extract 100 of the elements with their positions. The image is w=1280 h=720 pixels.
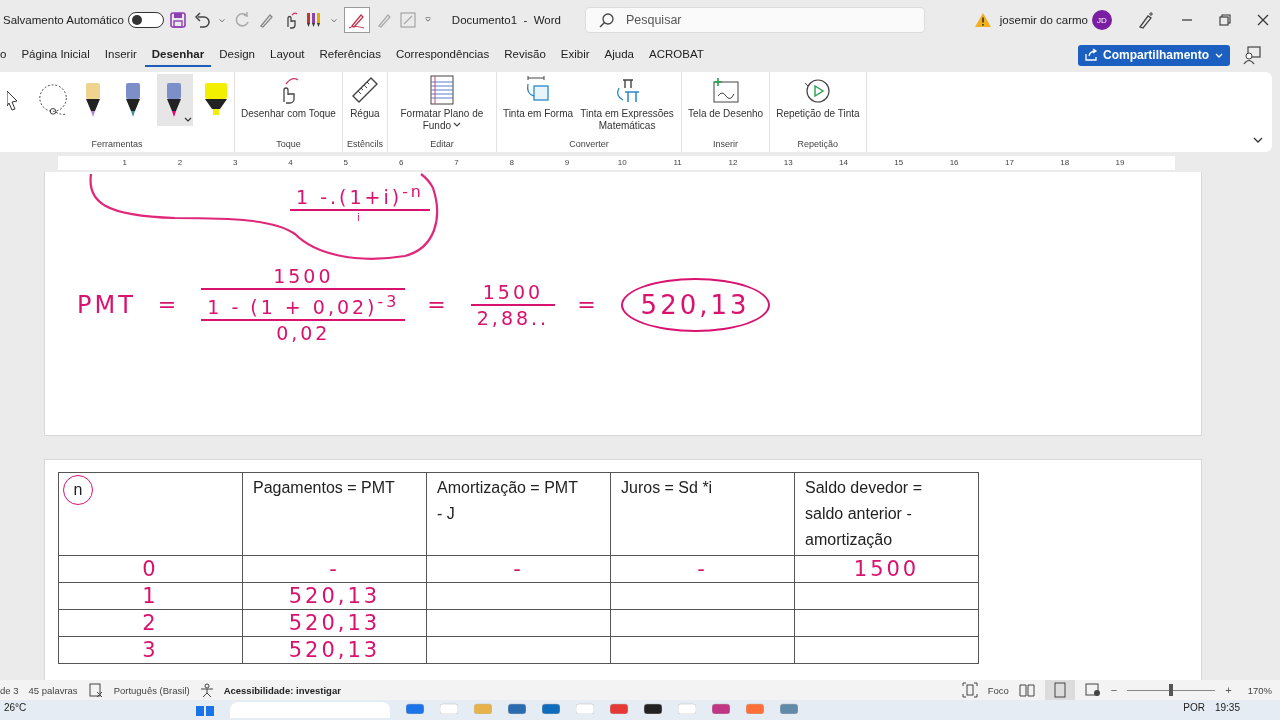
handwritten-text: 1500 bbox=[481, 279, 545, 304]
ribbon-tab[interactable]: Desenhar bbox=[144, 43, 212, 67]
handwritten-text: i bbox=[356, 211, 364, 226]
ribbon-tab[interactable]: Revisão bbox=[497, 43, 553, 67]
share-icon bbox=[1084, 48, 1098, 62]
ruler-number: 8 bbox=[508, 157, 515, 169]
handwritten-text: 2,88.. bbox=[475, 305, 551, 330]
ribbon-tab[interactable]: Referências bbox=[312, 43, 388, 67]
ribbon-tab[interactable]: Ajuda bbox=[597, 43, 641, 67]
handwritten-text: 1500 bbox=[853, 557, 920, 581]
weather-temperature[interactable]: 26°C bbox=[4, 702, 27, 713]
ribbon-tab[interactable]: Correspondências bbox=[388, 43, 497, 67]
handwritten-text: 1 - (1 + 0,02)$^{-3}$ bbox=[206, 291, 401, 320]
app-icon[interactable] bbox=[644, 702, 663, 714]
ribbon-button[interactable]: Tela de Desenho bbox=[686, 72, 766, 122]
close-icon[interactable] bbox=[1256, 13, 1270, 27]
zoom-thumb[interactable] bbox=[1169, 684, 1174, 696]
ribbon-button[interactable]: Régua bbox=[346, 72, 383, 122]
ribbon-tab[interactable]: Exibir bbox=[553, 43, 597, 67]
ruler-number: 5 bbox=[342, 157, 350, 169]
ribbon-button[interactable]: Desenhar com Toque bbox=[239, 72, 338, 122]
table-header: n bbox=[58, 472, 243, 556]
web-layout-icon[interactable] bbox=[1084, 683, 1101, 697]
ink-editor-icon[interactable] bbox=[343, 7, 370, 33]
ribbon-tab[interactable]: Inserir bbox=[97, 43, 144, 67]
handwritten-text: PMT bbox=[77, 290, 136, 319]
handwritten-text: - bbox=[513, 557, 524, 581]
handwritten-text: - bbox=[329, 557, 340, 581]
focus-button[interactable]: Foco bbox=[987, 684, 1009, 696]
autosave-label: Salvamento Automático bbox=[3, 14, 124, 26]
table-header: Pagamentos = PMT bbox=[242, 472, 427, 556]
ruler-number: 7 bbox=[453, 157, 460, 169]
accessibility-icon[interactable] bbox=[199, 683, 214, 697]
clock-time[interactable]: 19:35 bbox=[1214, 702, 1240, 713]
save-icon[interactable] bbox=[167, 10, 188, 30]
ribbon-tab[interactable]: Página Inicial bbox=[14, 43, 97, 67]
focus-icon[interactable] bbox=[961, 682, 978, 698]
table-header: Saldo devedor = saldo anterior - amortização bbox=[794, 472, 979, 556]
ruler-number: 18 bbox=[1059, 157, 1071, 169]
restore-icon[interactable] bbox=[1218, 13, 1232, 27]
page-count[interactable]: de 3 bbox=[0, 684, 19, 696]
group-label: Toque bbox=[276, 139, 301, 151]
user-avatar[interactable]: JD bbox=[1092, 10, 1112, 30]
handwritten-text: = bbox=[157, 292, 180, 318]
handwritten-text: 3 bbox=[142, 638, 159, 662]
zoom-in-button[interactable]: + bbox=[1225, 684, 1232, 696]
handwritten-text: 2 bbox=[142, 611, 159, 635]
word-count[interactable]: 45 palavras bbox=[28, 684, 78, 696]
ruler-number: 1 bbox=[121, 157, 128, 169]
table-header: Juros = Sd *i bbox=[610, 472, 795, 556]
handwritten-text: 0,02 bbox=[275, 321, 332, 346]
ruler-number: 13 bbox=[782, 157, 794, 169]
handwritten-text: = bbox=[427, 292, 449, 318]
handwritten-text: 0 bbox=[142, 557, 159, 581]
table-header: Amortização = PMT - J bbox=[426, 472, 611, 556]
ruler-number: 15 bbox=[893, 157, 905, 169]
ruler-number: 3 bbox=[232, 157, 239, 169]
ribbon-tab[interactable]: Layout bbox=[263, 43, 312, 67]
ruler-number: 6 bbox=[397, 157, 405, 169]
document-title: Documento1 - Word bbox=[451, 14, 561, 26]
zoom-out-button[interactable]: − bbox=[1110, 684, 1118, 696]
user-name: josemir do carmo bbox=[999, 14, 1088, 26]
handwritten-text: - bbox=[697, 557, 708, 581]
ribbon-button[interactable]: Tinta em Forma bbox=[500, 72, 576, 134]
handwritten-text: 520,13 bbox=[288, 638, 381, 662]
search-field[interactable]: Pesquisar bbox=[584, 7, 925, 33]
group-label: Ferramentas bbox=[91, 139, 143, 151]
ruler-number: 11 bbox=[672, 157, 683, 169]
ruler-number: 19 bbox=[1114, 157, 1126, 169]
group-label: Inserir bbox=[713, 139, 739, 151]
ruler-number: 9 bbox=[563, 157, 571, 169]
accessibility-status[interactable]: Acessibilidade: investigar bbox=[223, 684, 341, 696]
language-status[interactable]: Português (Brasil) bbox=[113, 684, 190, 696]
handwritten-text: 520,13 bbox=[288, 584, 381, 608]
ruler-number: 2 bbox=[176, 157, 184, 169]
search-field[interactable] bbox=[230, 702, 391, 718]
group-label: Converter bbox=[569, 139, 609, 151]
ribbon-button[interactable]: Repetição de Tinta bbox=[774, 72, 862, 122]
print-layout-icon[interactable] bbox=[1044, 680, 1075, 700]
zoom-level[interactable]: 170% bbox=[1247, 684, 1272, 696]
search-icon bbox=[598, 12, 615, 28]
ruler-number: 12 bbox=[727, 157, 739, 169]
ruler-number: 16 bbox=[948, 157, 960, 169]
comments-icon[interactable] bbox=[1242, 45, 1262, 65]
handwritten-text: 1 bbox=[142, 584, 159, 608]
proofing-icon[interactable] bbox=[87, 682, 104, 698]
ribbon-tab[interactable]: ACROBAT bbox=[642, 43, 711, 67]
handwritten-text: 1 -.(1+i)$^{-n}$ bbox=[295, 181, 425, 210]
handwritten-text: 520,13 bbox=[620, 277, 770, 332]
read-mode-icon[interactable] bbox=[1018, 683, 1035, 697]
pen-sparkle-icon[interactable] bbox=[1136, 10, 1156, 30]
ribbon-tab[interactable]: Design bbox=[212, 43, 262, 67]
ribbon-button[interactable]: Formatar Plano de Fundo bbox=[391, 72, 492, 134]
ribbon-tab[interactable]: o bbox=[0, 43, 14, 67]
ribbon-button[interactable]: Tinta em Expressões Matemáticas bbox=[577, 72, 678, 134]
share-button[interactable]: Compartilhamento bbox=[1078, 44, 1230, 66]
autosave-toggle[interactable] bbox=[127, 12, 164, 28]
ruler-number: 4 bbox=[287, 157, 294, 169]
input-language[interactable]: POR bbox=[1183, 702, 1205, 713]
ruler-number: 17 bbox=[1003, 157, 1015, 169]
